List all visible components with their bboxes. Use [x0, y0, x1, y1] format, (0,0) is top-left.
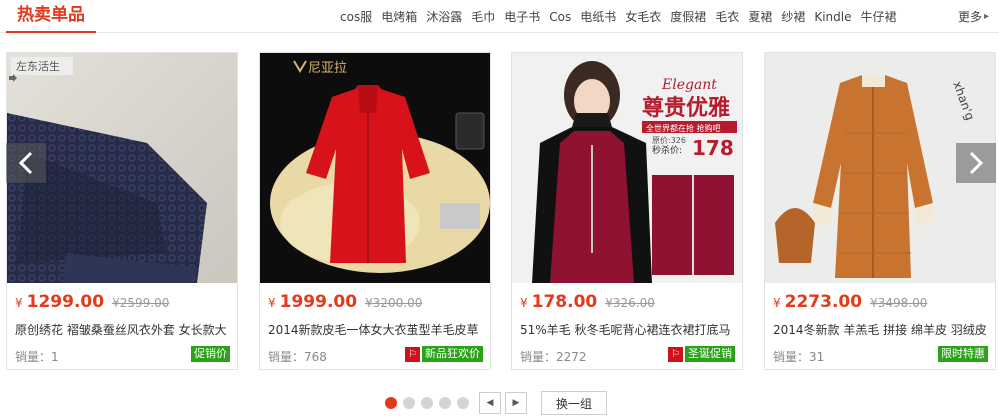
promo-badge: 促销价 — [191, 346, 230, 362]
sale-price: 178.00 — [531, 292, 598, 312]
product-name[interactable]: 原创绣花 褶皱桑蚕丝风衣外套 女长款大 — [15, 321, 237, 338]
tag-link[interactable]: 牛仔裙 — [861, 8, 897, 25]
tag-link[interactable]: 毛衣 — [715, 8, 739, 25]
banner-orig: 原价:326 — [652, 136, 686, 145]
brand-text: 尼亚拉 — [308, 61, 347, 76]
tag-link[interactable]: 沐浴露 — [426, 8, 462, 25]
tag-link[interactable]: 毛巾 — [471, 8, 495, 25]
sales-count: 销量：1 — [15, 350, 59, 364]
promo-flag-icon: ⚐ — [668, 346, 683, 362]
product-card[interactable]: 左东活生 ¥ 1299.00 ¥2599.00 原创绣花 褶皱桑蚕丝风衣外套 女… — [6, 52, 238, 370]
sale-price: 1299.00 — [26, 292, 105, 312]
watermark-text: 左东活生 — [16, 59, 60, 73]
tag-link[interactable]: 电烤箱 — [381, 8, 417, 25]
sales-count: 销量：2272 — [520, 350, 587, 364]
tag-link[interactable]: 纱裙 — [781, 8, 805, 25]
original-price: ¥2599.00 — [112, 296, 170, 310]
sales-count: 销量：768 — [268, 350, 327, 364]
sales-count: 销量：31 — [773, 350, 825, 364]
product-name[interactable]: 2014新款皮毛一体女大衣茧型羊毛皮草 — [268, 321, 490, 338]
promo-flag-icon: ⚐ — [405, 346, 420, 362]
chevron-left-icon — [18, 151, 33, 175]
original-price: ¥3498.00 — [870, 296, 928, 310]
product-card[interactable]: Elegant 尊贵优雅 全世界都在抢 抢购吧 原价:326 秒杀价: 178 … — [511, 52, 743, 370]
page-dot[interactable] — [421, 397, 433, 409]
promo-label: 新品狂欢价 — [422, 346, 483, 362]
banner-script: Elegant — [661, 77, 717, 93]
currency-symbol: ¥ — [15, 296, 23, 310]
wine-red-dress-image: Elegant 尊贵优雅 全世界都在抢 抢购吧 原价:326 秒杀价: 178 — [512, 53, 742, 283]
pager-next-button[interactable]: ▶ — [505, 392, 527, 414]
pager-prev-button[interactable]: ◀ — [479, 392, 501, 414]
price-row: ¥ 2273.00 ¥3498.00 — [773, 292, 927, 312]
promo-label: 限时特惠 — [938, 346, 988, 362]
swap-group-button[interactable]: 换一组 — [541, 391, 607, 415]
promo-badge: ⚐ 新品狂欢价 — [405, 346, 483, 362]
page-dot[interactable] — [457, 397, 469, 409]
tag-link[interactable]: 女毛衣 — [625, 8, 661, 25]
tag-link[interactable]: 电子书 — [504, 8, 540, 25]
product-name[interactable]: 2014冬新款 羊羔毛 拼接 绵羊皮 羽绒皮 — [773, 321, 995, 338]
banner-price: 178 — [692, 136, 734, 160]
tag-link[interactable]: Cos — [549, 10, 571, 24]
tag-link[interactable]: cos服 — [340, 8, 372, 25]
product-card[interactable]: xhan'g ¥ 2273.00 ¥3498.00 2014冬新款 羊羔毛 拼接… — [764, 52, 996, 370]
currency-symbol: ¥ — [773, 296, 781, 310]
original-price: ¥326.00 — [605, 296, 655, 310]
chevron-right-icon — [969, 151, 984, 175]
price-row: ¥ 1999.00 ¥3200.00 — [268, 292, 422, 312]
currency-symbol: ¥ — [520, 296, 528, 310]
promo-badge: 限时特惠 — [938, 346, 988, 362]
carousel-prev-button[interactable] — [6, 143, 46, 183]
section-title: 热卖单品 — [6, 0, 96, 33]
tag-link[interactable]: Kindle — [814, 10, 851, 24]
product-image[interactable]: Elegant 尊贵优雅 全世界都在抢 抢购吧 原价:326 秒杀价: 178 — [512, 53, 742, 283]
product-card[interactable]: 尼亚拉 ¥ 1999.00 ¥3200.00 2014新款皮毛一体女大衣茧型羊毛… — [259, 52, 491, 370]
original-price: ¥3200.00 — [365, 296, 423, 310]
product-name[interactable]: 51%羊毛 秋冬毛呢背心裙连衣裙打底马 — [520, 321, 742, 338]
more-link[interactable]: 更多 ▸ — [958, 0, 989, 33]
sale-price: 2273.00 — [784, 292, 863, 312]
page-dot[interactable] — [403, 397, 415, 409]
chevron-right-icon: ▸ — [983, 11, 989, 22]
banner-title: 尊贵优雅 — [642, 95, 730, 121]
carousel-next-button[interactable] — [956, 143, 996, 183]
promo-badge: ⚐ 圣诞促销 — [668, 346, 735, 362]
currency-symbol: ¥ — [268, 296, 276, 310]
section-header: 热卖单品 cos服 电烤箱 沐浴露 毛巾 电子书 Cos 电纸书 女毛衣 度假裙… — [0, 0, 999, 33]
sale-price: 1999.00 — [279, 292, 358, 312]
page-dot[interactable] — [439, 397, 451, 409]
product-image[interactable]: 尼亚拉 — [260, 53, 490, 283]
page-dot[interactable] — [385, 397, 397, 409]
promo-label: 促销价 — [191, 346, 230, 362]
tag-link[interactable]: 电纸书 — [580, 8, 616, 25]
more-label: 更多 — [957, 10, 982, 24]
banner-sub: 全世界都在抢 抢购吧 — [646, 123, 721, 133]
tag-link[interactable]: 夏裙 — [748, 8, 772, 25]
promo-label: 圣诞促销 — [685, 346, 735, 362]
triangle-left-icon: ◀ — [486, 398, 494, 408]
price-row: ¥ 1299.00 ¥2599.00 — [15, 292, 169, 312]
banner-price-label: 秒杀价: — [652, 144, 682, 156]
triangle-right-icon: ▶ — [512, 398, 520, 408]
carousel-pager: ◀ ▶ 换一组 — [385, 391, 607, 415]
tag-link[interactable]: 度假裙 — [670, 8, 706, 25]
tag-list: cos服 电烤箱 沐浴露 毛巾 电子书 Cos 电纸书 女毛衣 度假裙 毛衣 夏… — [340, 0, 906, 33]
price-row: ¥ 178.00 ¥326.00 — [520, 292, 655, 312]
red-wool-coat-image: 尼亚拉 — [260, 53, 490, 283]
